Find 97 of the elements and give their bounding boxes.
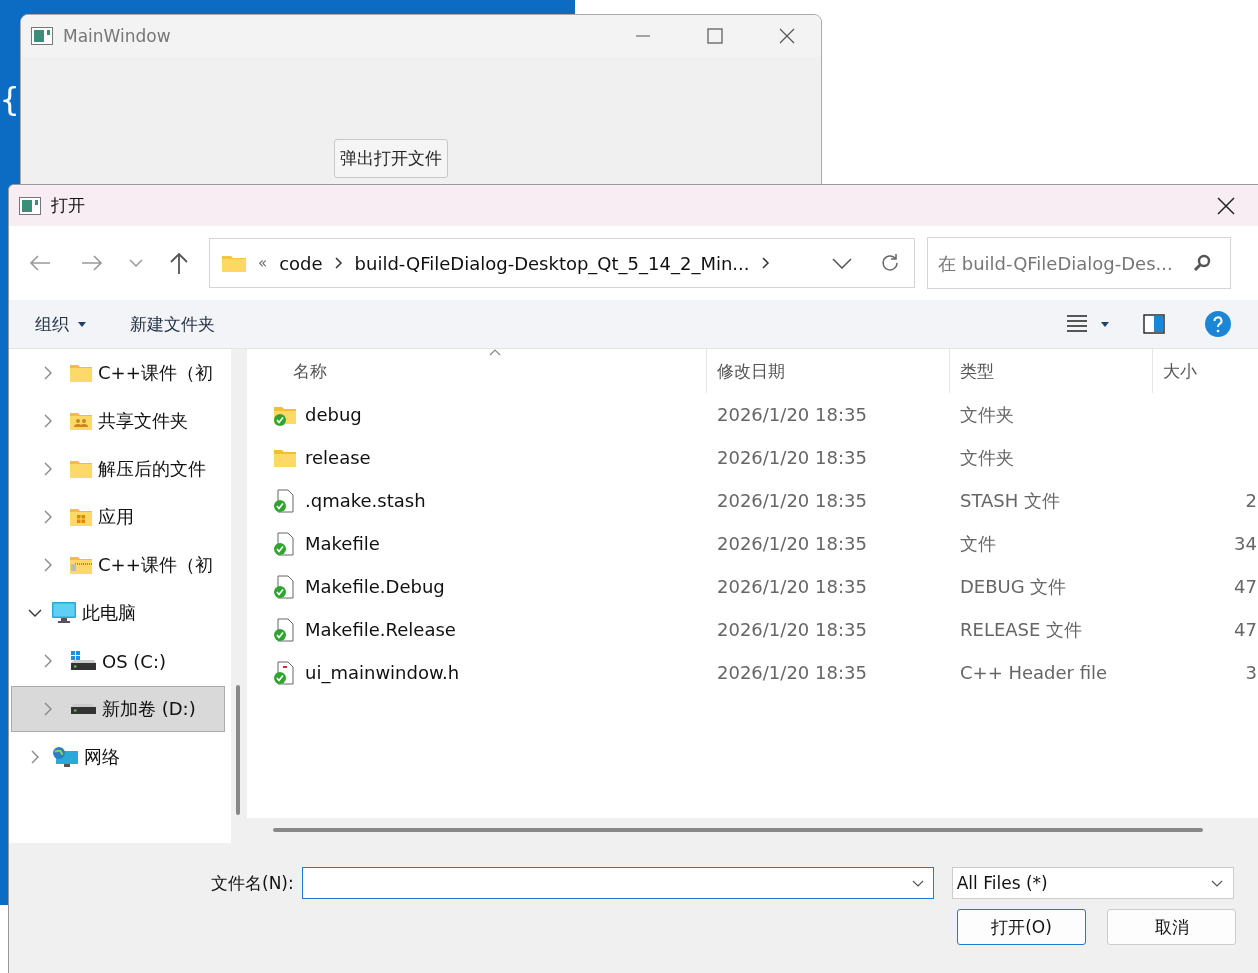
back-icon[interactable] xyxy=(29,254,51,272)
apps-folder-icon xyxy=(70,508,92,526)
column-header[interactable]: 大小 xyxy=(1153,349,1258,393)
app-icon xyxy=(19,196,41,215)
caret-icon xyxy=(78,322,87,327)
refresh-icon[interactable] xyxy=(880,253,900,273)
sort-caret-icon xyxy=(489,349,501,356)
type-cell-text: 文件夹 xyxy=(959,445,1015,470)
app-icon xyxy=(31,27,53,45)
chevron-right-icon[interactable] xyxy=(761,257,770,269)
search-icon[interactable] xyxy=(1193,254,1211,272)
column-header[interactable]: 类型 xyxy=(950,349,1153,393)
file-type-dropdown[interactable]: All Files (*) xyxy=(951,867,1234,899)
date-cell-text: 2026/1/20 18:35 xyxy=(716,404,868,425)
type-cell-text: 文件夹 xyxy=(959,402,1015,427)
sidebar-item[interactable]: 解压后的文件 xyxy=(11,446,225,492)
open-button[interactable]: 打开(O) xyxy=(957,909,1086,945)
date-cell-text: 2026/1/20 18:35 xyxy=(716,619,868,640)
up-arrow-icon[interactable] xyxy=(169,252,189,274)
cancel-button[interactable]: 取消 xyxy=(1107,909,1236,945)
date-cell-text: 2026/1/20 18:35 xyxy=(716,490,868,511)
folder-icon xyxy=(70,460,92,478)
type-cell-text: RELEASE 文件 xyxy=(959,617,1084,642)
monitor-icon xyxy=(52,602,76,624)
window-title: MainWindow xyxy=(63,26,171,46)
size-cell: 3 xyxy=(1245,662,1257,683)
search-field[interactable]: 在 build-QFileDialog-Des... xyxy=(927,237,1231,289)
new-folder-button[interactable]: 新建文件夹 xyxy=(122,308,224,340)
help-icon[interactable] xyxy=(1205,311,1231,337)
size-cell: 47 xyxy=(1234,619,1257,640)
forward-icon[interactable] xyxy=(81,254,103,272)
column-header[interactable]: 修改日期 xyxy=(707,349,950,393)
type-cell-text: 文件 xyxy=(959,531,997,556)
sidebar-label: 网络 xyxy=(84,745,120,769)
column-header[interactable]: 名称 xyxy=(247,349,707,393)
sidebar-item[interactable]: C++课件（初 xyxy=(11,542,225,588)
folder-icon xyxy=(222,254,246,272)
filename-label: 文件名(N): xyxy=(211,871,294,895)
close-icon[interactable] xyxy=(779,28,795,44)
sidebar-label: 共享文件夹 xyxy=(98,409,188,433)
file-name[interactable]: ui_mainwindow.h xyxy=(305,662,460,683)
dialog-title: 打开 xyxy=(51,194,85,217)
sidebar-label: 应用 xyxy=(98,505,134,529)
system-drive-icon xyxy=(70,651,96,671)
sidebar-label: 新加卷 (D:) xyxy=(102,697,196,721)
sidebar-item[interactable]: 网络 xyxy=(11,734,225,780)
preview-pane-icon[interactable] xyxy=(1143,314,1165,334)
sidebar-item[interactable]: OS (C:) xyxy=(11,638,225,684)
open-file-button[interactable]: 弹出打开文件 xyxy=(334,139,448,178)
overflow-marker[interactable]: « xyxy=(258,254,268,272)
date-cell-text: 2026/1/20 18:35 xyxy=(716,447,868,468)
size-cell: 47 xyxy=(1234,576,1257,597)
sidebar-label: OS (C:) xyxy=(102,650,166,672)
size-cell: 34 xyxy=(1234,533,1257,554)
size-cell: 2 xyxy=(1245,490,1257,511)
sidebar-item[interactable]: 此电脑 xyxy=(11,590,225,636)
breadcrumb-item[interactable]: code xyxy=(279,252,323,274)
date-cell-text: 2026/1/20 18:35 xyxy=(716,662,868,683)
chevron-down-icon[interactable] xyxy=(832,257,852,269)
maximize-icon[interactable] xyxy=(707,28,723,44)
filename-field[interactable] xyxy=(301,867,934,899)
sidebar-label: 此电脑 xyxy=(82,601,136,625)
sidebar-item[interactable]: C++课件（初 xyxy=(11,350,225,396)
file-name[interactable]: release xyxy=(305,447,371,468)
sidebar-label: C++课件（初 xyxy=(98,553,213,577)
type-cell-text: STASH 文件 xyxy=(959,488,1062,513)
chevron-down-icon[interactable] xyxy=(911,880,924,887)
file-name[interactable]: Makefile.Debug xyxy=(305,576,445,597)
scrollbar-thumb[interactable] xyxy=(236,685,240,815)
sidebar-item[interactable]: 应用 xyxy=(11,494,225,540)
organize-menu[interactable]: 组织 xyxy=(27,308,95,340)
type-cell-text: C++ Header file xyxy=(959,662,1109,683)
shared-folder-icon xyxy=(70,412,92,430)
zipped-folder-icon xyxy=(70,556,92,574)
drive-icon xyxy=(70,704,96,714)
network-icon xyxy=(52,746,78,768)
view-list-icon[interactable] xyxy=(1067,315,1087,333)
file-name[interactable]: Makefile xyxy=(305,533,380,554)
sidebar-label: C++课件（初 xyxy=(98,361,213,385)
caret-icon[interactable] xyxy=(1101,321,1109,327)
breadcrumb-item[interactable]: build-QFileDialog-Desktop_Qt_5_14_2_Min... xyxy=(354,252,750,274)
folder-icon xyxy=(70,364,92,382)
date-cell-text: 2026/1/20 18:35 xyxy=(716,533,868,554)
file-name[interactable]: .qmake.stash xyxy=(305,490,426,511)
date-cell-text: 2026/1/20 18:35 xyxy=(716,576,868,597)
address-bar[interactable]: « code build-QFileDialog-Desktop_Qt_5_14_2_Min... xyxy=(209,238,915,288)
sidebar-item[interactable]: 共享文件夹 xyxy=(11,398,225,444)
type-cell-text: DEBUG 文件 xyxy=(959,574,1068,599)
file-name[interactable]: debug xyxy=(305,404,362,425)
chevron-down-icon[interactable] xyxy=(1210,879,1223,887)
sidebar-item[interactable]: 新加卷 (D:) xyxy=(11,686,225,732)
close-icon[interactable] xyxy=(1217,196,1235,215)
file-name[interactable]: Makefile.Release xyxy=(305,619,456,640)
scrollbar-thumb[interactable] xyxy=(273,828,1203,832)
sidebar-label: 解压后的文件 xyxy=(98,457,206,481)
chevron-right-icon[interactable] xyxy=(334,257,343,269)
code-line: { xyxy=(0,80,20,118)
